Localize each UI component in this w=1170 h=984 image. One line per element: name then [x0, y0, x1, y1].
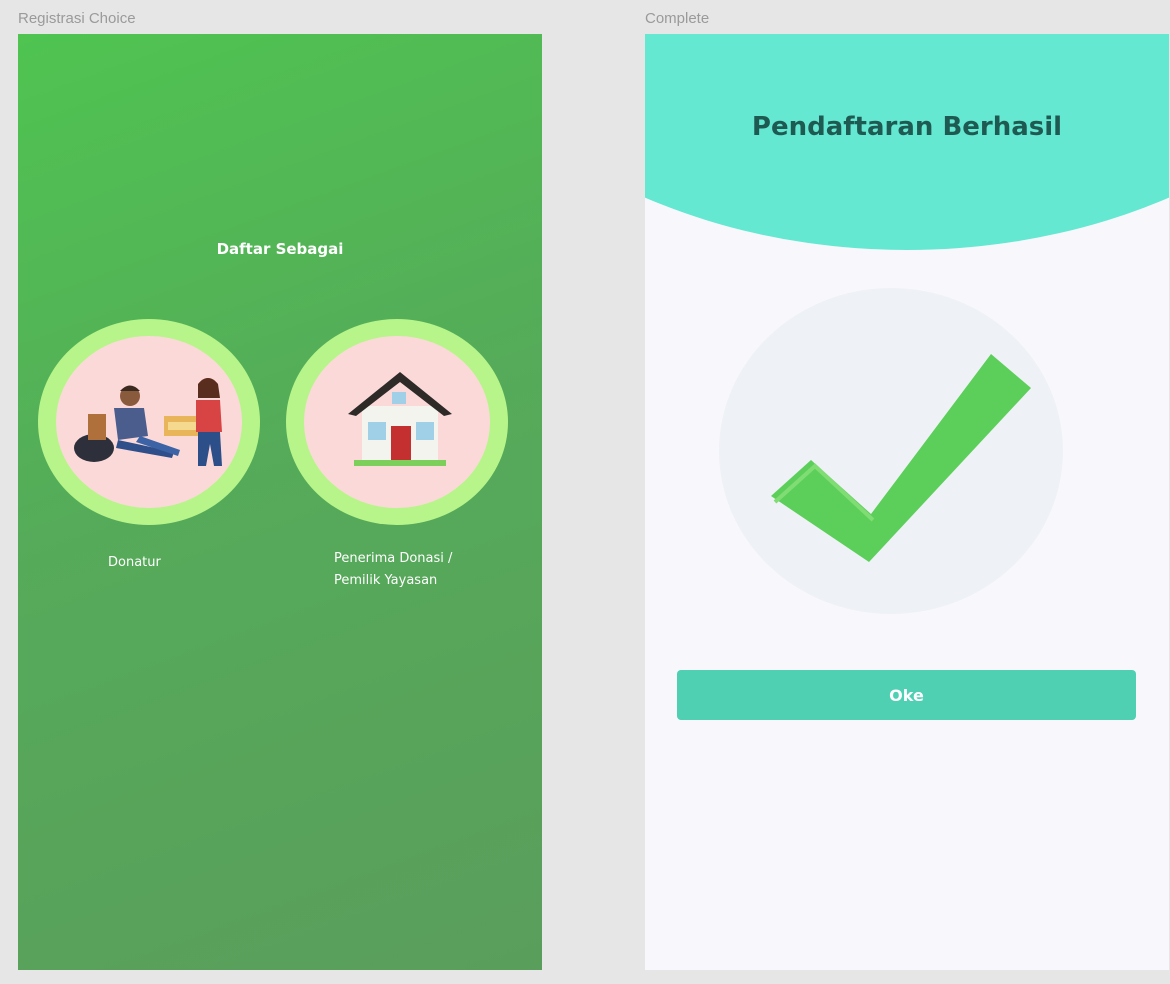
success-circle — [719, 288, 1063, 614]
donation-people-illustration-icon — [74, 378, 222, 466]
penerima-label: Penerima Donasi / Pemilik Yayasan — [334, 548, 452, 592]
registration-choice-screen: Daftar Sebagai Donatur Penerima Donasi /… — [18, 34, 542, 970]
artboard-label-registrasi-choice: Registrasi Choice — [18, 10, 136, 27]
penerima-label-line2: Pemilik Yayasan — [334, 573, 438, 588]
choice-title: Daftar Sebagai — [216, 240, 344, 258]
penerima-option-button[interactable] — [286, 319, 508, 525]
registration-complete-screen: Pendaftaran Berhasil Oke — [645, 34, 1169, 970]
penerima-label-line1: Penerima Donasi / — [334, 551, 453, 566]
donatur-option-button[interactable] — [38, 319, 260, 525]
complete-title: Pendaftaran Berhasil — [751, 112, 1063, 142]
donatur-label: Donatur — [108, 555, 161, 570]
donatur-option-inner — [56, 336, 242, 508]
artboard-label-complete: Complete — [645, 10, 710, 27]
header-shape — [645, 34, 1169, 250]
house-icon — [348, 372, 452, 466]
penerima-option-inner — [304, 336, 490, 508]
oke-button[interactable]: Oke — [677, 670, 1136, 720]
checkmark-icon — [771, 354, 1031, 562]
